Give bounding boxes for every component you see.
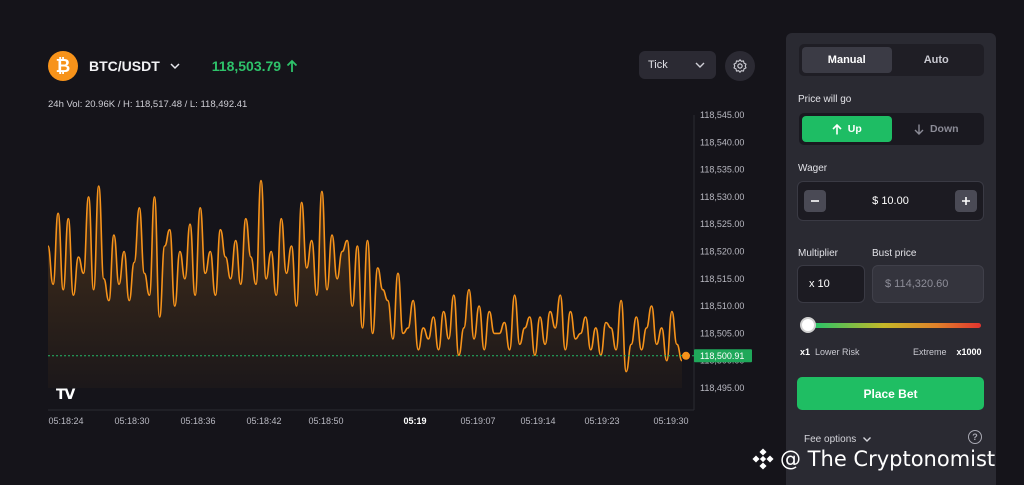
x-tick-label: 05:19:30 <box>653 416 688 426</box>
down-button[interactable]: Down <box>892 116 982 142</box>
x-tick-label: 05:18:42 <box>246 416 281 426</box>
wager-increase-button[interactable] <box>954 190 977 212</box>
pair-name: BTC/USDT <box>89 58 160 74</box>
settings-button[interactable] <box>725 51 755 81</box>
y-tick-label: 118,525.00 <box>700 219 744 229</box>
wager-label: Wager <box>798 163 828 174</box>
x-tick-label: 05:18:30 <box>114 416 149 426</box>
direction-toggle: Up Down <box>799 113 984 145</box>
last-price-dot <box>682 351 690 360</box>
direction-label: Price will go <box>798 94 852 105</box>
fee-options-toggle[interactable]: Fee options <box>804 433 873 445</box>
x-tick-label: 05:19 <box>403 416 426 426</box>
risk-high-text: Extreme <box>913 347 947 357</box>
pair-selector[interactable]: ₿ BTC/USDT 118,503.79 <box>48 51 298 81</box>
bust-price-label: Bust price <box>872 248 917 259</box>
chevron-down-icon <box>695 62 705 68</box>
up-button[interactable]: Up <box>802 116 892 142</box>
risk-low-label: x1 Lower Risk <box>800 347 860 357</box>
y-tick-label: 118,505.00 <box>700 328 744 338</box>
interval-value: Tick <box>648 59 668 71</box>
bust-price-field: $ 114,320.60 <box>872 265 984 303</box>
tradingview-logo: TV <box>56 387 75 403</box>
y-tick-label: 118,535.00 <box>700 165 744 175</box>
mode-tabs: Manual Auto <box>799 44 984 76</box>
tab-manual[interactable]: Manual <box>802 47 892 73</box>
y-tick-label: 118,495.00 <box>700 383 744 393</box>
x-tick-label: 05:18:50 <box>308 416 343 426</box>
multiplier-slider[interactable] <box>804 323 981 328</box>
current-price: 118,503.79 <box>212 58 298 74</box>
y-tick-label: 118,530.00 <box>700 192 744 202</box>
fee-options-label: Fee options <box>804 433 857 445</box>
help-icon[interactable]: ? <box>968 430 982 444</box>
chevron-down-icon <box>170 63 180 70</box>
binance-logo-icon <box>752 448 774 470</box>
place-bet-button[interactable]: Place Bet <box>797 377 984 410</box>
x-tick-label: 05:18:24 <box>48 416 83 426</box>
plus-icon <box>961 197 970 205</box>
price-area <box>48 180 682 388</box>
y-tick-label: 118,515.00 <box>700 274 744 284</box>
wager-input[interactable]: $ 10.00 <box>872 195 909 207</box>
x-tick-label: 05:19:07 <box>460 416 495 426</box>
interval-select[interactable]: Tick <box>639 51 716 79</box>
multiplier-label: Multiplier <box>798 248 839 259</box>
x-tick-label: 05:18:36 <box>180 416 215 426</box>
arrow-up-icon <box>286 59 298 72</box>
watermark: @ The Cryptonomist <box>752 445 995 473</box>
chevron-down-icon <box>863 437 872 442</box>
up-label: Up <box>847 123 862 135</box>
multiplier-slider-handle[interactable] <box>800 317 816 333</box>
y-tick-label: 118,510.00 <box>700 301 744 311</box>
watermark-text: @ The Cryptonomist <box>780 447 996 471</box>
last-price-label: 118,500.91 <box>700 351 744 361</box>
arrow-up-icon <box>832 123 842 134</box>
bet-panel: Manual Auto Price will go Up Down Wager … <box>786 33 996 485</box>
bitcoin-icon: ₿ <box>48 51 78 81</box>
y-tick-label: 118,545.00 <box>700 110 744 120</box>
current-price-value: 118,503.79 <box>211 58 282 74</box>
last-price-tag <box>694 349 752 363</box>
risk-low-text: Lower Risk <box>815 347 860 357</box>
price-line <box>47 179 683 373</box>
x-tick-label: 05:19:14 <box>520 416 555 426</box>
down-label: Down <box>929 123 959 135</box>
minus-icon <box>811 200 819 202</box>
wager-decrease-button[interactable] <box>804 190 826 212</box>
market-stats: 24h Vol: 20.96K / H: 118,517.48 / L: 118… <box>48 99 248 110</box>
risk-high-mult: x1000 <box>956 347 982 357</box>
x-tick-label: 05:19:23 <box>584 416 619 426</box>
gear-icon <box>733 59 747 73</box>
y-tick-label: 118,520.00 <box>700 247 744 257</box>
y-tick-label: 118,500.00 <box>700 356 744 366</box>
wager-stepper: $ 10.00 <box>797 181 984 221</box>
arrow-down-icon <box>914 124 924 135</box>
risk-low-mult: x1 <box>800 347 811 357</box>
tab-auto[interactable]: Auto <box>892 47 982 73</box>
multiplier-input[interactable]: x 10 <box>797 265 865 303</box>
risk-high-label: Extreme x1000 <box>913 347 982 357</box>
y-tick-label: 118,540.00 <box>700 137 744 147</box>
